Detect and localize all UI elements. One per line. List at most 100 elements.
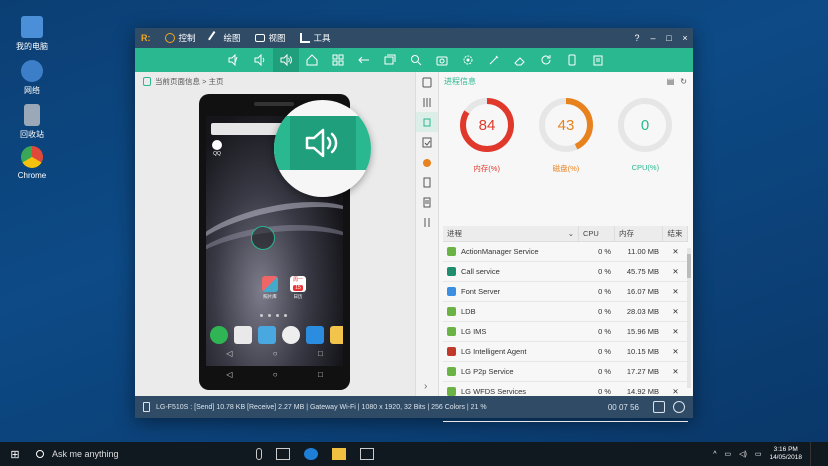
clock[interactable]: 3:16 PM 14/05/2018 [769,446,802,462]
task-view-icon[interactable] [276,448,290,460]
floating-control-widget[interactable] [251,226,275,250]
end-process-button[interactable]: ✕ [663,347,688,356]
table-row[interactable]: ActionManager Service 0 % 11.00 MB ✕ [443,242,688,262]
desktop-icon-label: 网络 [24,86,40,95]
toolbar-back-button[interactable] [351,48,377,72]
cortana-search[interactable]: Ask me anything [30,442,226,466]
tray-chevron-icon[interactable]: ^ [713,451,716,458]
app-icon [447,247,456,256]
rotate-icon [541,55,551,65]
qq-app[interactable]: QQ [212,140,222,157]
file-explorer-icon[interactable] [332,448,346,460]
hw-recent-icon[interactable]: □ [318,370,323,379]
network-tray-icon[interactable]: ▭ [724,450,731,458]
end-process-button[interactable]: ✕ [663,367,688,376]
store-icon[interactable] [360,448,374,460]
hw-back-icon[interactable]: ◁ [226,370,232,379]
record-icon[interactable] [673,401,685,413]
process-name-cell: LG P2p Service [443,367,579,376]
scroll-thumb[interactable] [687,254,691,278]
desktop-icon-network[interactable]: 网络 [12,60,52,96]
toolbar-search-button[interactable] [403,48,429,72]
weather-icon[interactable] [258,326,276,344]
volume-tray-icon[interactable]: ◁) [739,450,747,458]
nav-recent-icon[interactable]: □ [318,349,323,358]
calendar-date: 15 [293,285,303,291]
refresh-icon[interactable]: ↻ [680,77,687,86]
tab-device-icon[interactable] [416,72,438,92]
apps-drawer-icon[interactable] [282,326,300,344]
table-row[interactable]: LG IMS 0 % 15.96 MB ✕ [443,322,688,342]
menu-draw[interactable]: 绘图 [207,31,241,45]
expand-arrow-icon[interactable]: › [424,381,427,392]
hw-home-icon[interactable]: ○ [273,370,278,379]
tab-adjust-icon[interactable] [416,92,438,112]
toolbar-eraser-button[interactable] [507,48,533,72]
end-process-button[interactable]: ✕ [663,387,688,396]
tab-process-icon[interactable] [416,112,438,132]
table-row[interactable]: Call service 0 % 45.75 MB ✕ [443,262,688,282]
gallery-app[interactable]: 照片库 [262,276,278,300]
header-cpu[interactable]: CPU [579,225,615,242]
menu-control[interactable]: 控制 [164,32,196,44]
microphone-icon[interactable] [256,448,262,460]
toolbar-volume-down-button[interactable] [247,48,273,72]
toolbar-brush-button[interactable] [481,48,507,72]
process-cpu: 0 % [598,247,611,256]
notification-button[interactable] [810,442,824,466]
notes-icon[interactable] [330,326,343,344]
toolbar-clipboard-button[interactable] [585,48,611,72]
end-process-button[interactable]: ✕ [663,327,688,336]
clipboard-icon[interactable]: ▤ [667,77,675,86]
desktop-icon-recycle-bin[interactable]: 回收站 [12,104,52,140]
process-mem: 17.27 MB [626,367,659,376]
menu-tools[interactable]: 工具 [299,32,331,44]
close-button[interactable]: × [677,33,693,43]
desktop-icon-computer[interactable]: 我的电脑 [12,16,52,52]
help-button[interactable]: ? [629,33,645,43]
end-process-button[interactable]: ✕ [663,247,688,256]
toolbar-phone-button[interactable] [559,48,585,72]
process-cpu: 0 % [598,267,611,276]
toolbar-volume-up-button[interactable] [273,48,299,72]
screenshot-icon[interactable] [653,401,665,413]
toolbar [135,48,693,72]
toolbar-settings-button[interactable] [455,48,481,72]
maximize-button[interactable]: □ [661,33,677,43]
tab-file-icon[interactable] [416,172,438,192]
tab-notify-icon[interactable] [416,152,438,172]
search-placeholder: Ask me anything [52,449,119,459]
toolbar-camera-button[interactable] [429,48,455,72]
toolbar-mute-button[interactable] [221,48,247,72]
start-button[interactable]: ⊞ [0,448,30,461]
keyboard-tray-icon[interactable]: ▭ [755,450,762,458]
table-row[interactable]: LG P2p Service 0 % 17.27 MB ✕ [443,362,688,382]
toolbar-home-button[interactable] [299,48,325,72]
header-name[interactable]: 进程 ⌄ [443,225,579,242]
menu-view[interactable]: 视图 [254,32,286,44]
header-mem[interactable]: 内存 [615,225,663,242]
browser-icon[interactable] [306,326,324,344]
table-row[interactable]: LDB 0 % 28.03 MB ✕ [443,302,688,322]
table-row[interactable]: Font Server 0 % 16.07 MB ✕ [443,282,688,302]
tab-sort-icon[interactable] [416,212,438,232]
toolbar-rotate-button[interactable] [533,48,559,72]
contacts-icon[interactable] [234,326,252,344]
desktop-icon-chrome[interactable]: Chrome [12,146,52,180]
phone-call-icon[interactable] [210,326,228,344]
tab-document-icon[interactable] [416,192,438,212]
tab-check-icon[interactable] [416,132,438,152]
phone-icon [568,54,576,66]
calendar-app[interactable]: 周一 15 日历 [290,276,306,300]
toolbar-recent-button[interactable] [377,48,403,72]
table-row[interactable]: LG Intelligent Agent 0 % 10.15 MB ✕ [443,342,688,362]
minimize-button[interactable]: – [645,33,661,43]
nav-home-icon[interactable]: ○ [273,349,278,358]
end-process-button[interactable]: ✕ [663,287,688,296]
scrollbar[interactable] [687,248,691,388]
end-process-button[interactable]: ✕ [663,267,688,276]
nav-back-icon[interactable]: ◁ [226,349,232,358]
end-process-button[interactable]: ✕ [663,307,688,316]
edge-icon[interactable] [304,448,318,460]
toolbar-apps-button[interactable] [325,48,351,72]
